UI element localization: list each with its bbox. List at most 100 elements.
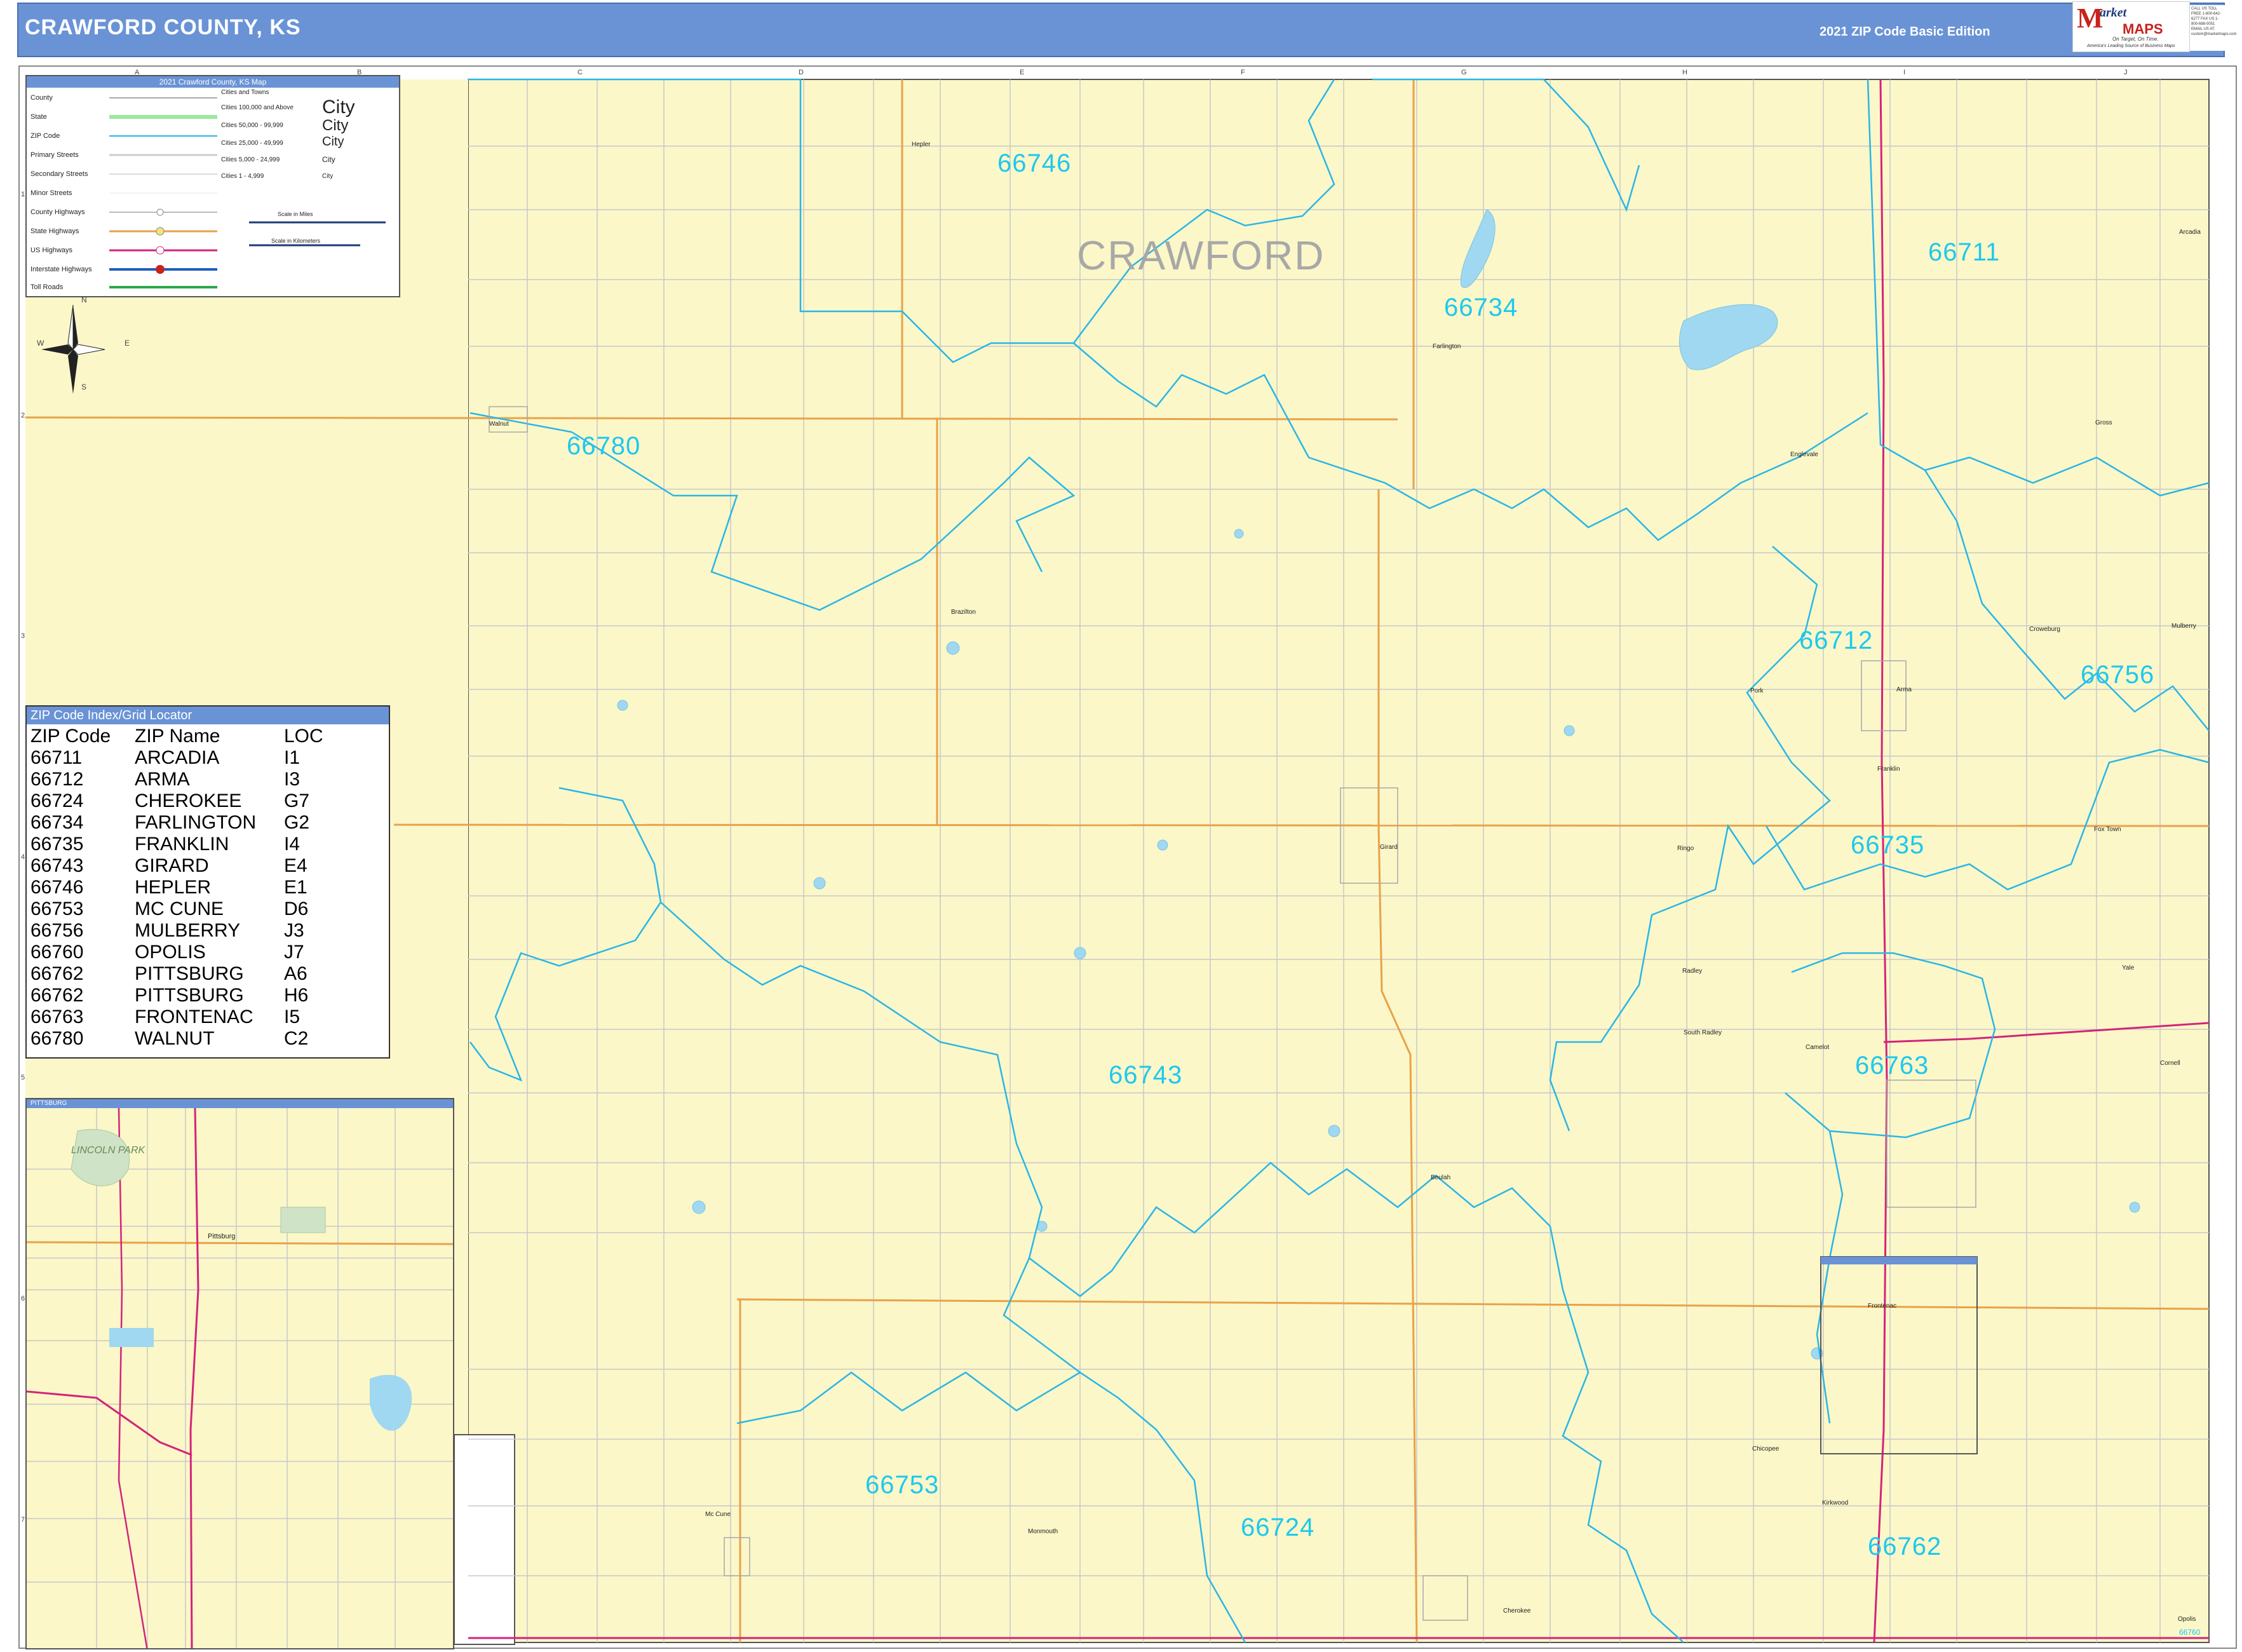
zip-index-code: 66760: [30, 942, 84, 963]
zip-index-code: 66735: [30, 834, 84, 855]
zip-index-name: HEPLER: [135, 877, 212, 898]
town-label[interactable]: Yale: [2122, 965, 2134, 972]
scale-km-label: Scale in Kilometers: [271, 238, 321, 244]
town-label[interactable]: Mulberry: [2171, 623, 2196, 630]
town-label[interactable]: Franklin: [1877, 766, 1900, 773]
inset-park-label: LINCOLN PARK: [71, 1145, 145, 1156]
zip-label[interactable]: 66735: [1851, 831, 1924, 860]
zip-index-code: 66712: [30, 769, 84, 790]
legend-item: Secondary Streets: [30, 170, 88, 178]
town-label[interactable]: Arma: [1896, 686, 1912, 693]
town-label[interactable]: Pork: [1750, 687, 1764, 694]
corner-zip-label: 66760: [2179, 1628, 2201, 1637]
zip-label[interactable]: 66734: [1444, 294, 1518, 322]
town-label[interactable]: Frontenac: [1868, 1303, 1896, 1310]
town-label[interactable]: Farlington: [1433, 343, 1461, 350]
city-class-label: Cities 5,000 - 24,999: [221, 156, 280, 163]
town-label[interactable]: Cherokee: [1503, 1608, 1530, 1615]
grid-row-2: 2: [21, 412, 25, 419]
town-label[interactable]: Monmouth: [1028, 1528, 1058, 1535]
town-label[interactable]: Walnut: [489, 421, 509, 428]
zip-index-code: 66746: [30, 877, 84, 898]
zip-index-code: 66780: [30, 1028, 84, 1049]
zip-index-loc: G2: [284, 812, 310, 833]
zip-label[interactable]: 66780: [567, 432, 640, 461]
zip-index-loc: I1: [284, 747, 301, 768]
zip-index-title: ZIP Code Index/Grid Locator: [27, 707, 389, 724]
town-label[interactable]: Girard: [1380, 844, 1398, 851]
county-land: [468, 79, 2210, 1643]
town-label[interactable]: South Radley: [1684, 1029, 1722, 1036]
zip-label[interactable]: 66753: [865, 1471, 939, 1500]
inset-city-label[interactable]: Pittsburg: [208, 1233, 235, 1240]
grid-column-d: D: [799, 69, 804, 76]
legend-item: Primary Streets: [30, 151, 79, 159]
town-label[interactable]: Kirkwood: [1822, 1500, 1848, 1506]
legend-symbols: [109, 97, 217, 288]
zip-index-loc: H6: [284, 985, 309, 1006]
town-label[interactable]: Chicopee: [1752, 1446, 1779, 1452]
zip-label[interactable]: 66711: [1928, 238, 2000, 267]
grid-column-c: C: [577, 69, 583, 76]
zip-label[interactable]: 66743: [1109, 1061, 1182, 1090]
city-class-label: Cities 25,000 - 49,999: [221, 140, 283, 147]
zip-index-loc: J3: [284, 920, 304, 941]
zip-index-name: PITTSBURG: [135, 985, 244, 1006]
town-label[interactable]: Fox Town: [2094, 826, 2121, 833]
compass-e: E: [125, 339, 130, 348]
grid-column-j: J: [2124, 69, 2128, 76]
zip-label[interactable]: 66712: [1799, 626, 1873, 655]
city-sample: City: [322, 155, 335, 164]
town-label[interactable]: Hepler: [912, 141, 930, 148]
zip-index-name: FARLINGTON: [135, 812, 257, 833]
pittsburg-inset-map[interactable]: PITTSBURG LINCOLN PARK Pittsburg: [25, 1098, 454, 1649]
compass-s: S: [81, 383, 87, 391]
zip-index-name: GIRARD: [135, 855, 209, 876]
town-label[interactable]: Radley: [1682, 968, 1702, 975]
grid-row-3: 3: [21, 632, 25, 640]
zip-index-name: PITTSBURG: [135, 963, 244, 984]
zip-label[interactable]: 66756: [2081, 661, 2154, 689]
zip-index-name: MC CUNE: [135, 898, 224, 919]
zip-label[interactable]: 66762: [1868, 1533, 1941, 1561]
town-label[interactable]: Croweburg: [2029, 626, 2060, 633]
zip-code-index: ZIP Code Index/Grid Locator ZIP Code ZIP…: [25, 705, 390, 1059]
zip-index-code: 66762: [30, 985, 84, 1006]
city-class-label: Cities 100,000 and Above: [221, 104, 294, 111]
grid-row-4: 4: [21, 853, 25, 861]
zip-index-code: 66724: [30, 790, 84, 811]
zip-index-code: 66763: [30, 1006, 84, 1027]
legend-item: Toll Roads: [30, 283, 64, 291]
town-label[interactable]: Camelot: [1806, 1044, 1829, 1051]
zip-label[interactable]: 66763: [1855, 1052, 1929, 1080]
town-label[interactable]: Opolis: [2178, 1616, 2196, 1623]
zip-index-name: OPOLIS: [135, 942, 206, 963]
inset-svg: [27, 1107, 453, 1648]
town-label[interactable]: Cornell: [2160, 1060, 2180, 1067]
zip-index-loc: J7: [284, 942, 304, 963]
zip-index-header-loc: LOC: [284, 726, 323, 747]
zip-index-code: 66743: [30, 855, 84, 876]
zip-index-loc: I5: [284, 1006, 301, 1027]
legend-title: 2021 Crawford County, KS Map: [27, 76, 399, 88]
zip-index-header-name: ZIP Name: [135, 726, 220, 747]
scale-bars: [249, 221, 386, 247]
town-label[interactable]: Gross: [2095, 419, 2112, 426]
zip-label[interactable]: 66746: [997, 149, 1071, 178]
legend-item: State Highways: [30, 227, 79, 235]
town-label[interactable]: Mc Cune: [705, 1511, 731, 1518]
grid-column-g: G: [1461, 69, 1467, 76]
zip-index-name: FRANKLIN: [135, 834, 229, 855]
grid-column-f: F: [1241, 69, 1245, 76]
town-label[interactable]: Englevale: [1790, 451, 1818, 458]
zip-index-code: 66711: [30, 747, 83, 768]
zip-label[interactable]: 66724: [1241, 1513, 1314, 1542]
town-label[interactable]: Beulah: [1431, 1174, 1450, 1181]
legend-item: County Highways: [30, 208, 85, 216]
town-label[interactable]: Ringo: [1677, 845, 1694, 852]
city-sample: City: [322, 97, 355, 118]
legend-item: County: [30, 94, 53, 102]
town-label[interactable]: Arcadia: [2179, 229, 2201, 236]
town-label[interactable]: Brazilton: [951, 609, 976, 616]
zip-index-name: MULBERRY: [135, 920, 241, 941]
